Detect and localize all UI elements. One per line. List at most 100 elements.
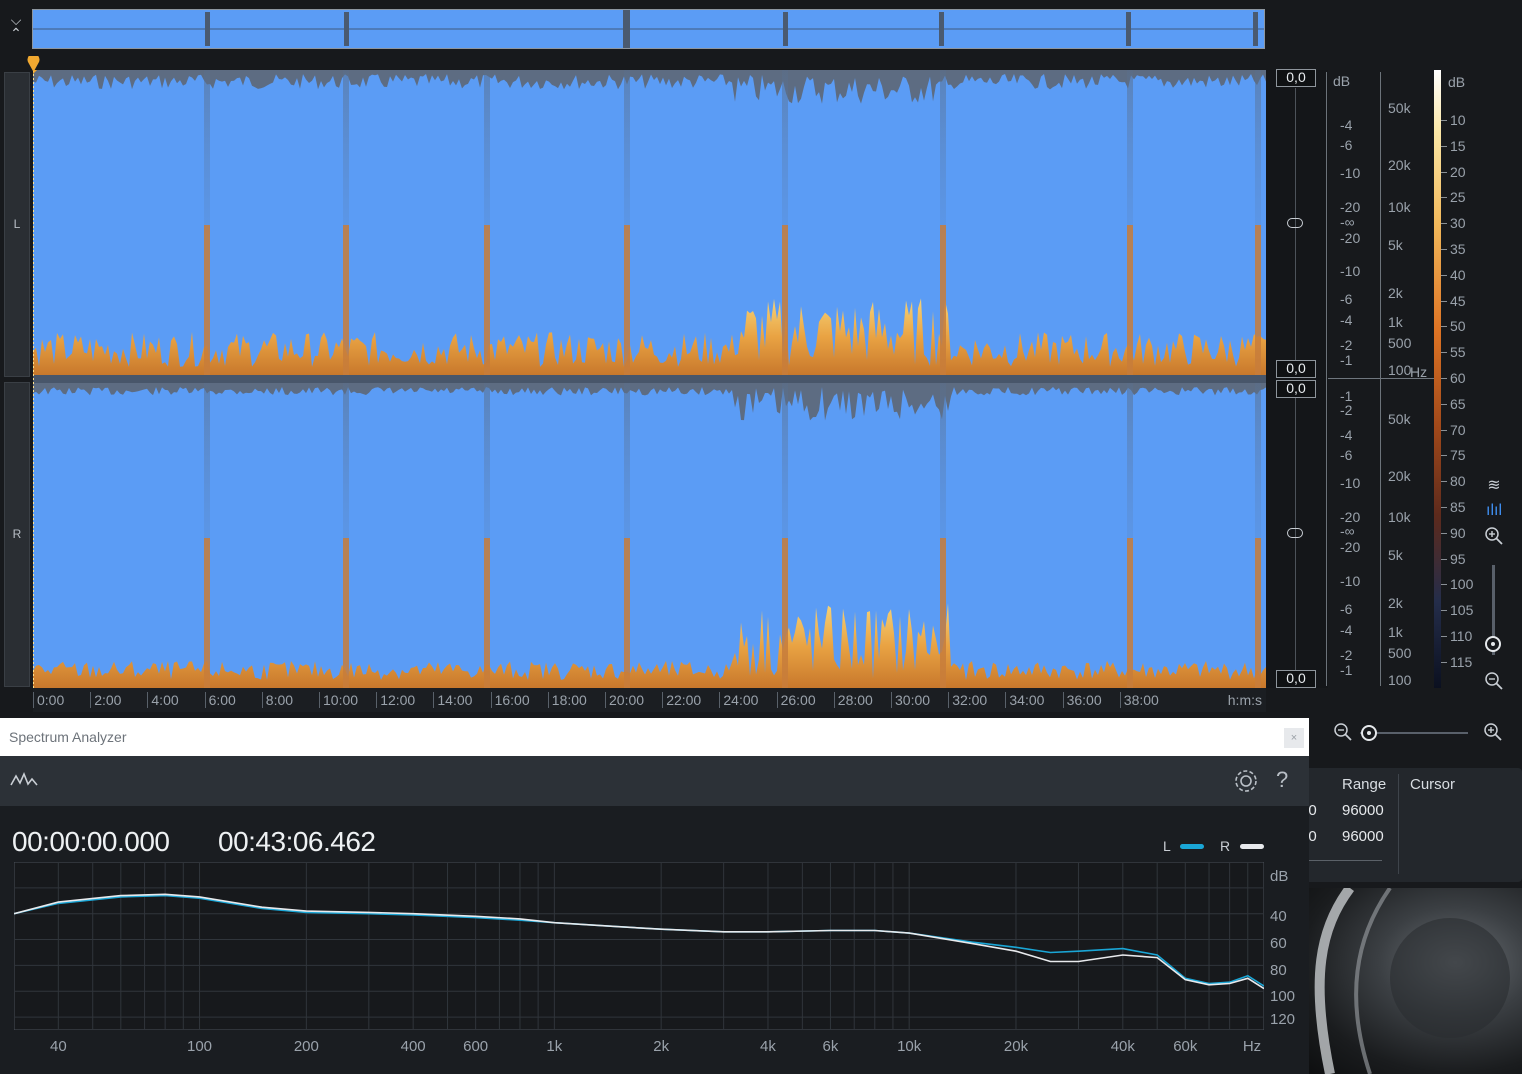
db-tick-label: -20 [1340,539,1361,555]
colorbar-tick-label: 30 [1450,215,1466,232]
transient-spectral-burst [940,538,946,688]
colorbar-tick-label: 100 [1450,576,1474,593]
colorbar-tick-label: 60 [1450,370,1466,386]
time-tick-label: 20:00 [605,692,644,708]
db-tick-label: -1 [1340,352,1353,368]
db-tick-label: -6 [1340,601,1353,617]
db-tick-label: -4 [1340,427,1353,443]
db-tick-label: -2 [1340,647,1353,663]
legend-swatch-left [1180,844,1204,849]
colorbar-tick [1441,274,1447,276]
gain-readout[interactable]: 0,0 [1276,69,1316,87]
gain-link-icon[interactable] [1287,218,1303,228]
zoom-out-vertical-icon[interactable] [1483,671,1505,693]
spectrum-plot[interactable] [14,862,1264,1030]
frequency-tick-label: 100 [187,1038,213,1055]
colorbar-tick-label: 15 [1450,137,1466,154]
channel-label-left: L [13,217,21,231]
spectrum-analyzer-window: Spectrum Analyzer × ? 00:00:00.000 00:43… [0,718,1309,1074]
hz-tick-label: 50k [1388,100,1411,116]
colorbar-tick-label: 80 [1450,473,1466,490]
gain-readout[interactable]: 0,0 [1276,670,1316,688]
hz-tick-label: 5k [1388,237,1403,253]
gain-link-icon[interactable] [1287,528,1303,538]
time-tick-label: 22:00 [662,692,701,708]
overview-waveform[interactable] [32,9,1265,49]
channel-tab-left[interactable]: L [4,72,30,377]
db-tick-label: -1 [1340,662,1353,678]
selection-info-panel: Range Cursor 00 00 96000 96000 [1300,768,1522,882]
time-tick-label: 8:00 [261,692,293,708]
colorbar-tick-label: 90 [1450,524,1466,541]
colorbar-tick-label: 85 [1450,499,1466,515]
frequency-hz-scale: Hz 50k 20k 10k 5k 2k 1k 500 100 50k 20k 10k 5k 2k 1k 5… [1380,70,1436,688]
transient-spectral-burst [1127,225,1133,375]
colorbar-tick [1441,532,1447,534]
time-tick-label: 36:00 [1062,692,1102,708]
frequency-tick-label: Hz [1242,1038,1262,1055]
channel-tab-right[interactable]: R [4,382,30,687]
collapse-overview-button[interactable]: ⌵ ⌃ [4,13,28,44]
db-tick-label: -20 [1340,230,1361,246]
frequency-tick-label: 200 [293,1038,319,1055]
horizontal-zoom-handle[interactable] [1361,725,1377,741]
colorbar-tick [1441,197,1447,199]
channel-gain-strip [1266,70,1438,688]
cursor-column-header: Cursor [1410,776,1456,793]
colorbar-tick-label: 20 [1450,163,1466,180]
colorbar-tick [1441,584,1447,586]
colorbar-tick [1441,558,1447,560]
spectrogram-mode-icon[interactable]: ılıl [1483,500,1505,522]
db-axis-tick-label: 60 [1270,935,1287,952]
zoom-in-horizontal-icon[interactable] [1483,722,1505,744]
gain-readout[interactable]: 0,0 [1276,380,1316,398]
colorbar-tick [1441,610,1447,612]
range-value: 96000 [1342,802,1384,819]
spectrum-icon[interactable] [10,770,38,790]
spectrum-analyzer-titlebar[interactable]: Spectrum Analyzer × [0,718,1309,756]
timeline-ruler[interactable]: 0:00 2:00 4:00 6:00 8:00 10:00 12:00 14:00 16:00… [33,688,1266,712]
help-icon[interactable]: ? [1276,767,1288,793]
spectrogram-waveform-display[interactable] [33,70,1266,688]
colorbar-tick-label: 10 [1450,112,1466,128]
vertical-zoom-handle[interactable] [1485,636,1501,652]
transient-spectral-burst [782,225,788,375]
colorbar-tick-label: 55 [1450,344,1466,361]
time-tick-label: 26:00 [776,692,816,708]
time-tick-label: 32:00 [948,692,987,708]
transient-spectral-burst [1255,225,1261,375]
playhead-marker[interactable] [27,53,40,72]
zoom-in-vertical-icon[interactable] [1483,526,1505,548]
hz-tick-label: 100 [1388,362,1412,378]
selection-start-time: 00:00:00.000 [12,826,170,857]
time-unit-label: h:m:s [1227,692,1262,708]
transient-spectral-burst [343,538,349,688]
frequency-tick-label: 60k [1173,1038,1198,1055]
time-tick-label: 30:00 [891,692,930,708]
colorbar-tick-label: 110 [1450,628,1473,644]
gain-readout[interactable]: 0,0 [1276,360,1316,378]
transient-spectral-burst [204,538,210,688]
zoom-out-horizontal-icon[interactable] [1333,722,1355,744]
frequency-tick-label: 40 [49,1038,67,1055]
frequency-tick-label: 2k [653,1038,670,1055]
time-tick-label: 28:00 [833,692,873,708]
hz-tick-label: 2k [1388,595,1403,611]
channel-label-right: R [12,527,22,541]
frequency-tick-label: 600 [463,1038,489,1055]
settings-gear-icon[interactable] [1232,767,1260,795]
frequency-tick-label: 400 [400,1038,426,1055]
colorbar-header: dB [1448,74,1466,90]
time-tick-label: 12:00 [376,692,415,708]
close-button[interactable]: × [1284,728,1304,748]
transient-spectral-burst [204,225,210,375]
db-tick-label: -∞ [1340,214,1355,230]
time-tick-label: 2:00 [90,692,121,708]
frequency-tick-label: 1k [546,1038,563,1055]
colorbar-tick-label: 105 [1450,602,1474,619]
colorbar-tick [1441,249,1447,250]
db-tick-label: -10 [1340,475,1361,491]
hz-tick-label: 10k [1388,509,1411,525]
db-axis-tick-label: 120 [1270,1011,1296,1028]
waveform-mode-icon[interactable]: ≋ [1483,475,1505,497]
